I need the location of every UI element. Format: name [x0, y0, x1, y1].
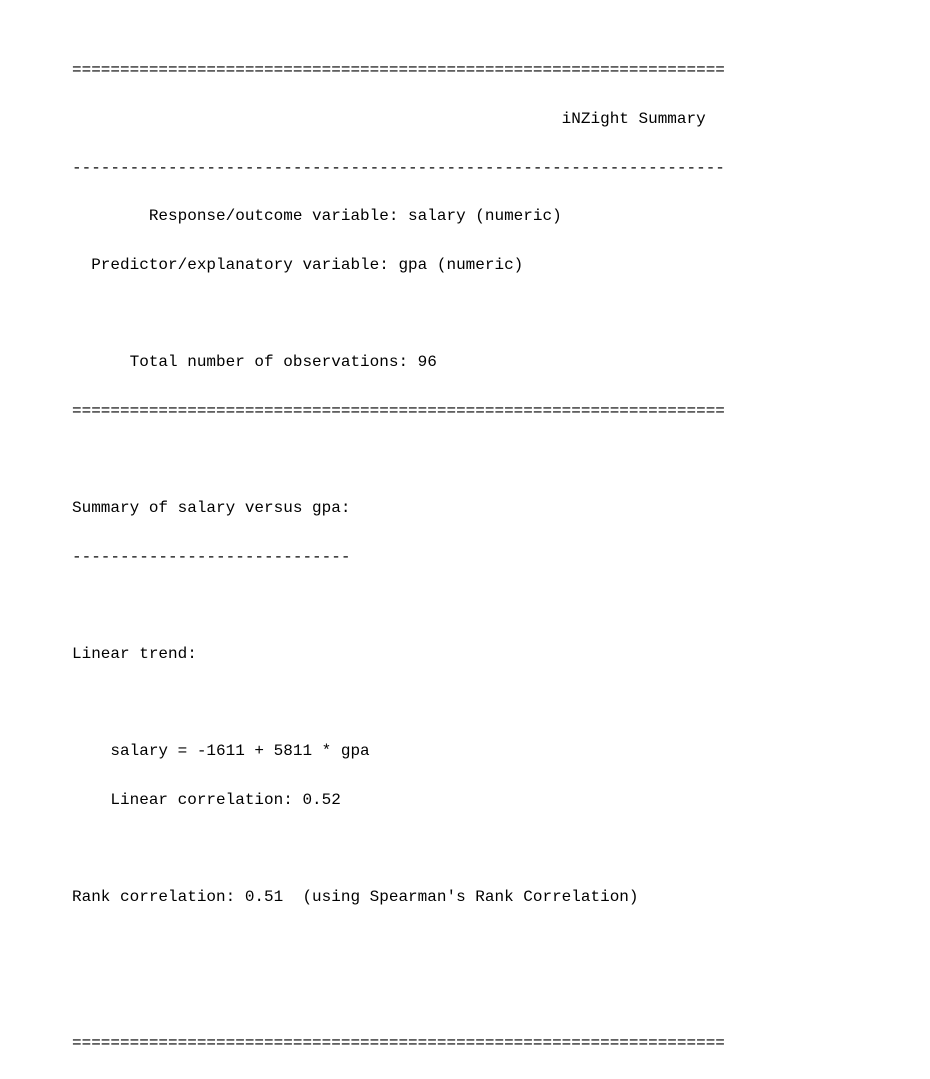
separator-top: ========================================… — [72, 58, 930, 82]
blank-line — [72, 301, 930, 325]
blank-line — [72, 593, 930, 617]
blank-line — [72, 836, 930, 860]
blank-line — [72, 447, 930, 471]
summary-section-underline: ----------------------------- — [72, 545, 930, 569]
blank-line — [72, 690, 930, 714]
inzight-summary-output: ========================================… — [0, 0, 930, 1079]
blank-line — [72, 934, 930, 958]
predictor-variable-line: Predictor/explanatory variable: gpa (num… — [72, 253, 930, 277]
summary-title: iNZight Summary — [72, 107, 930, 131]
separator-bottom: ========================================… — [72, 1031, 930, 1055]
observations-line: Total number of observations: 96 — [72, 350, 930, 374]
response-variable-line: Response/outcome variable: salary (numer… — [72, 204, 930, 228]
linear-trend-title: Linear trend: — [72, 642, 930, 666]
separator-title: ----------------------------------------… — [72, 156, 930, 180]
linear-correlation: Linear correlation: 0.52 — [72, 788, 930, 812]
regression-equation: salary = -1611 + 5811 * gpa — [72, 739, 930, 763]
blank-line — [72, 982, 930, 1006]
summary-section-title: Summary of salary versus gpa: — [72, 496, 930, 520]
separator-header-end: ========================================… — [72, 399, 930, 423]
rank-correlation: Rank correlation: 0.51 (using Spearman's… — [72, 885, 930, 909]
